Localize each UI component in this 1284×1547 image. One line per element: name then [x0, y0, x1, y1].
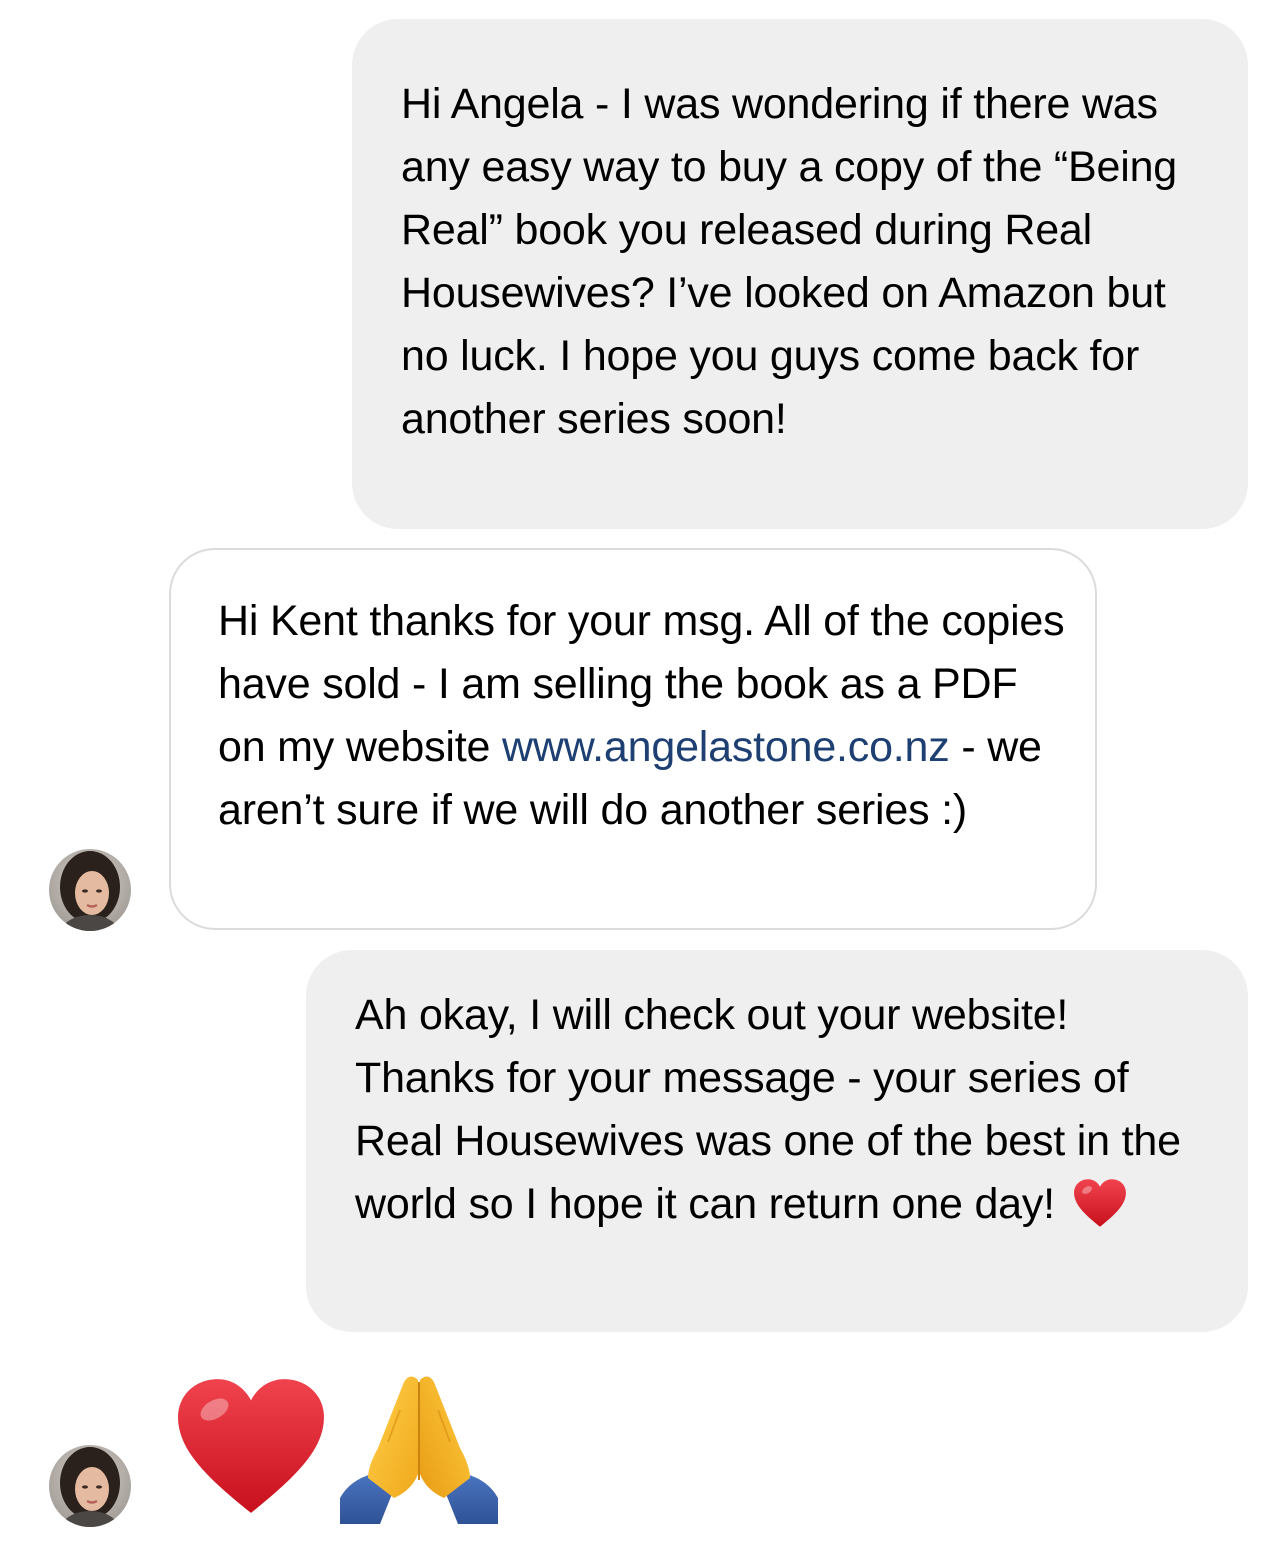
red-heart-emoji-icon — [1073, 1179, 1126, 1227]
avatar-photo — [49, 1445, 131, 1527]
sent-message-bubble[interactable]: Hi Angela - I was wondering if there was… — [352, 19, 1248, 529]
red-heart-emoji-icon[interactable] — [175, 1372, 327, 1520]
sent-message-bubble[interactable]: Ah okay, I will check out your website! … — [306, 950, 1248, 1332]
message-text: Ah okay, I will check out your website! … — [355, 984, 1218, 1236]
received-message-bubble[interactable]: Hi Kent thanks for your msg. All of the … — [169, 548, 1097, 930]
message-text-part: Ah okay, I will check out your website! … — [355, 991, 1181, 1228]
contact-avatar[interactable] — [49, 1445, 131, 1527]
message-text: Hi Kent thanks for your msg. All of the … — [218, 590, 1065, 842]
message-text: Hi Angela - I was wondering if there was… — [401, 80, 1178, 443]
avatar-photo — [49, 849, 131, 931]
website-link[interactable]: www.angelastone.co.nz — [502, 723, 950, 771]
folded-hands-emoji-icon[interactable] — [338, 1370, 500, 1524]
contact-avatar[interactable] — [49, 849, 131, 931]
